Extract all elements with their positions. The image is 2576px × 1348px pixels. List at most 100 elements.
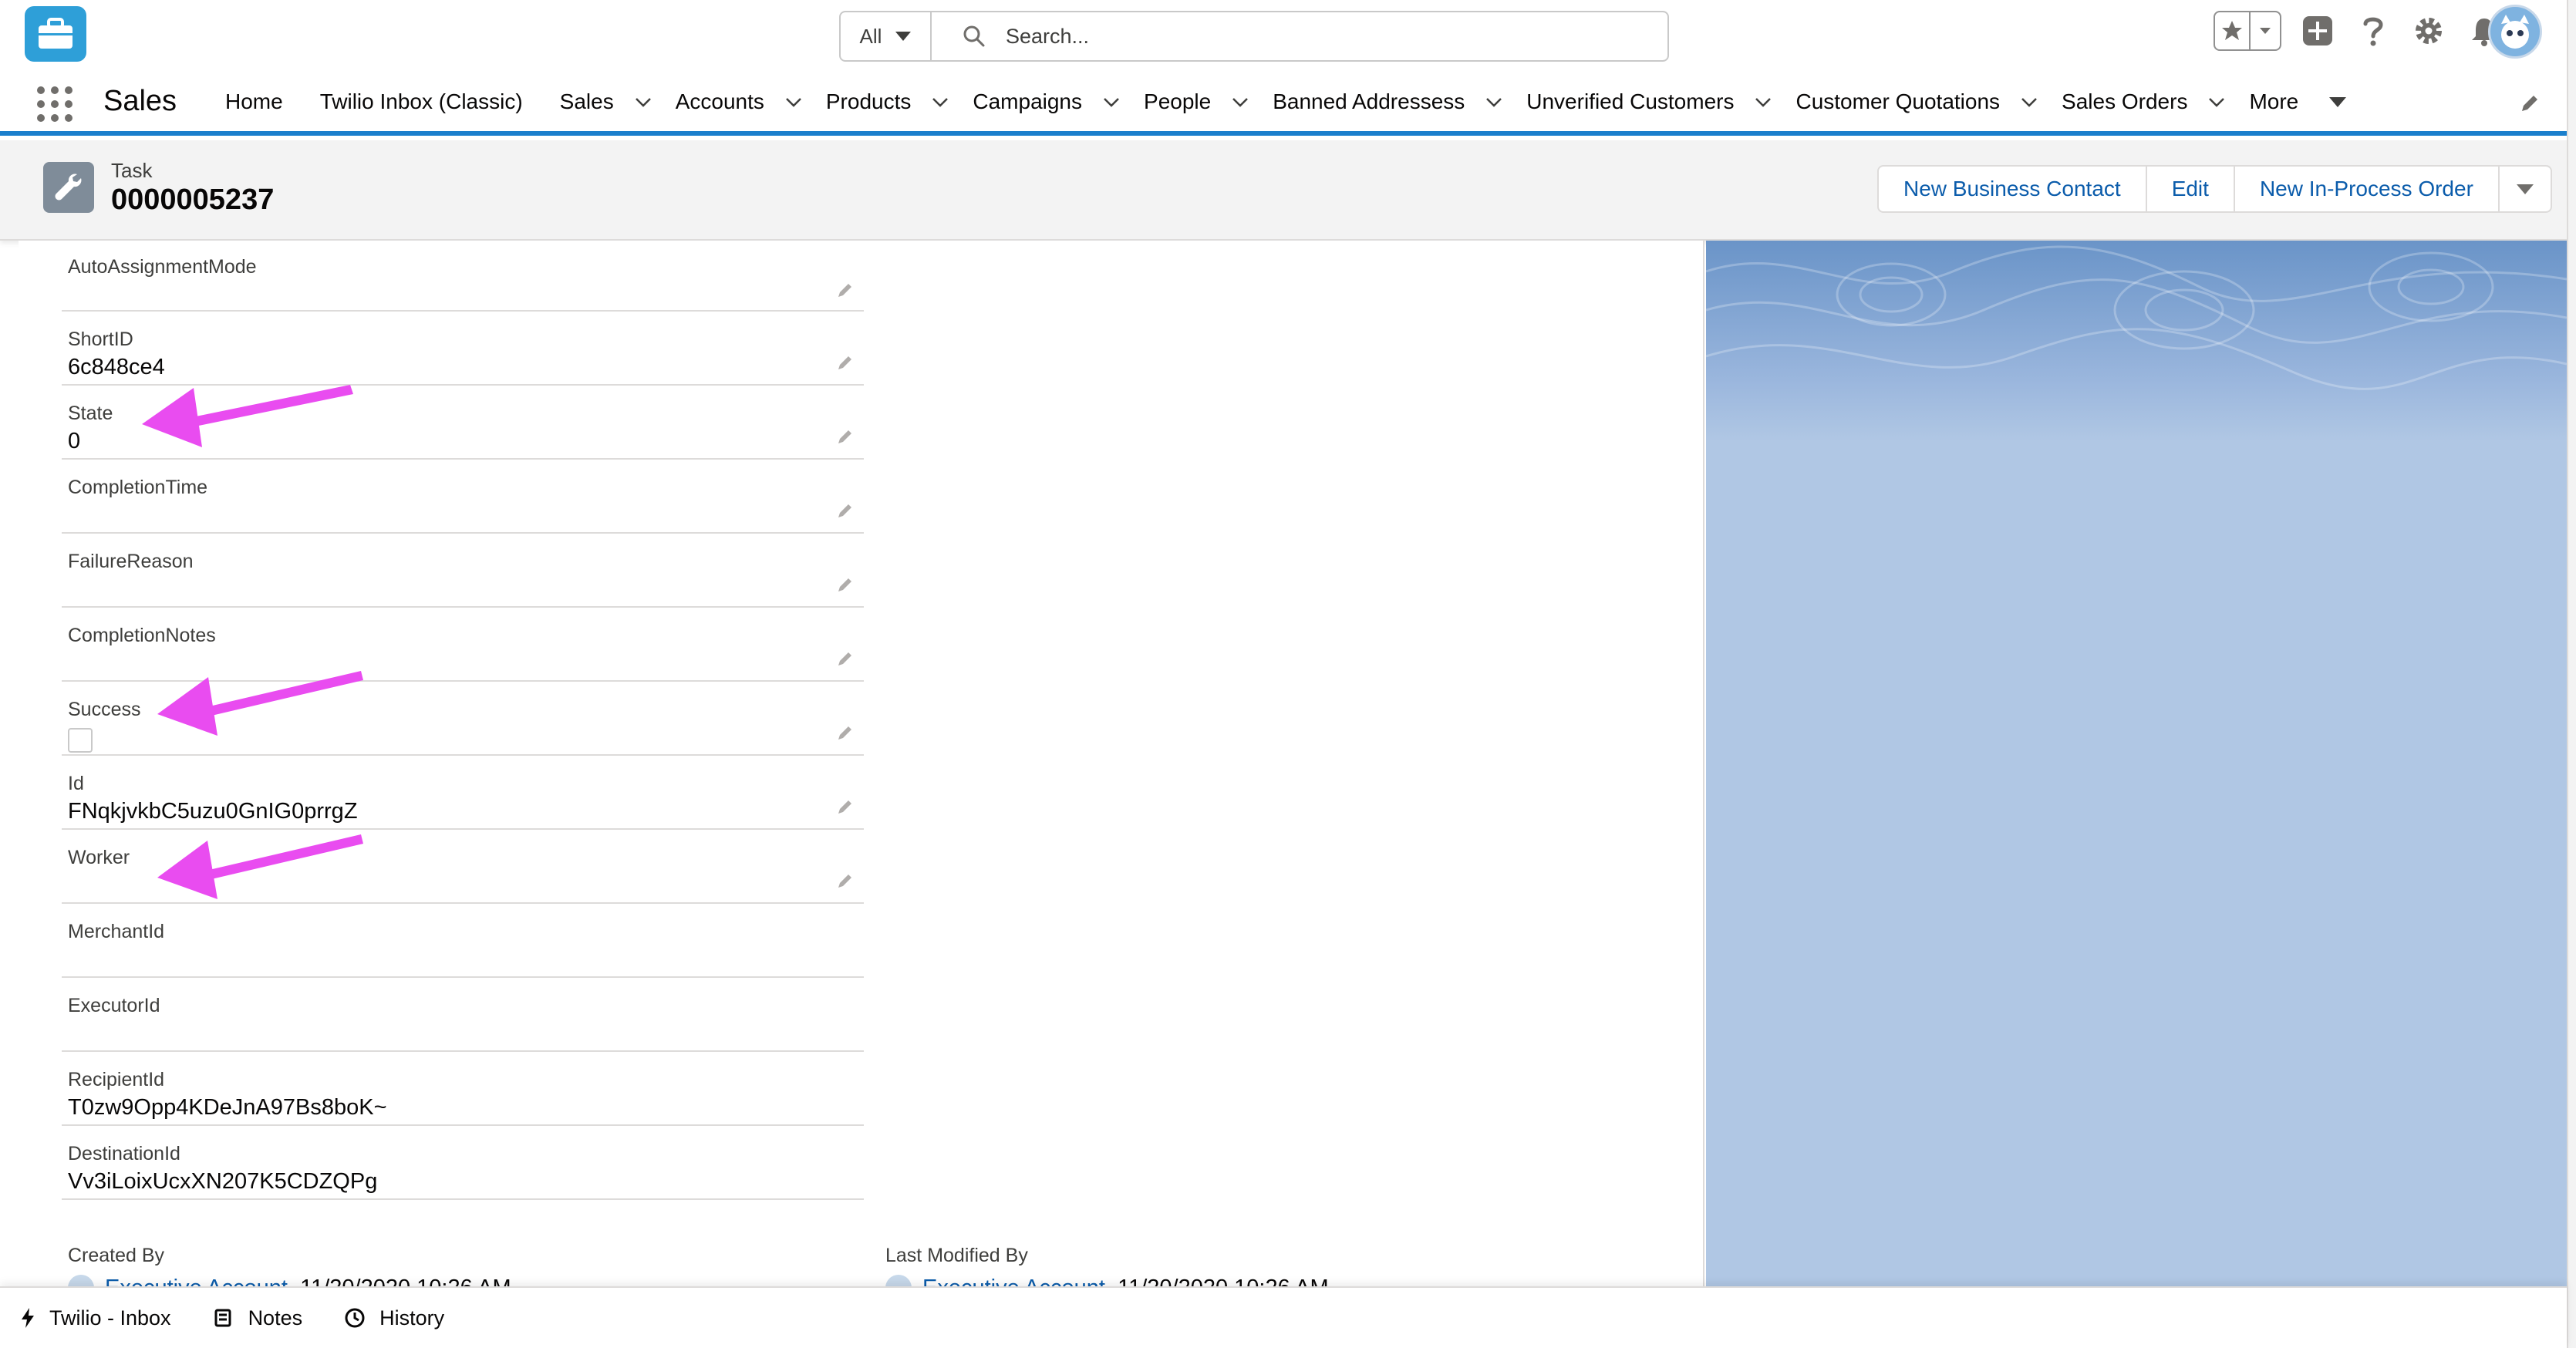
- favorites-button-group: [2214, 11, 2281, 51]
- favorites-star-icon[interactable]: [2215, 12, 2251, 49]
- last-modified-by-label: Last Modified By: [885, 1245, 1028, 1266]
- app-logo-icon[interactable]: [25, 6, 86, 62]
- utility-item-twilio-inbox[interactable]: Twilio - Inbox: [20, 1306, 171, 1330]
- help-icon[interactable]: [2354, 12, 2392, 50]
- field-label: AutoAssignmentMode: [68, 256, 257, 278]
- edit-pencil-icon[interactable]: [835, 352, 856, 373]
- nav-items: Home Twilio Inbox (Classic) Sales Accounts P…: [225, 72, 2369, 131]
- record-detail-card: AutoAssignmentMode ShortID 6c848ce4 State 0 C…: [19, 241, 1704, 1286]
- new-in-process-order-button[interactable]: New In-Process Order: [2235, 167, 2500, 211]
- chevron-down-icon[interactable]: [1231, 93, 1249, 111]
- edit-pencil-icon[interactable]: [835, 722, 856, 743]
- nav-item-home[interactable]: Home: [225, 72, 283, 131]
- nav-item-label: Twilio Inbox (Classic): [319, 89, 523, 113]
- page-scrollbar[interactable]: [2567, 0, 2576, 1348]
- user-avatar[interactable]: [2488, 5, 2542, 59]
- edit-nav-pencil-icon[interactable]: [2517, 91, 2542, 116]
- field-state: State 0: [62, 386, 864, 460]
- nav-item-more[interactable]: More: [2249, 72, 2347, 131]
- task-wrench-icon: [43, 162, 94, 213]
- nav-item-accounts[interactable]: Accounts: [676, 72, 803, 131]
- chevron-down-icon[interactable]: [1485, 93, 1503, 111]
- created-by-label: Created By: [68, 1245, 165, 1266]
- nav-item-label: More: [2249, 89, 2299, 113]
- field-value: 0: [68, 429, 81, 453]
- nav-item-label: Accounts: [675, 89, 764, 113]
- utility-bar: Twilio - Inbox Notes History: [0, 1286, 2567, 1348]
- nav-item-twilio-inbox-classic[interactable]: Twilio Inbox (Classic): [320, 72, 523, 131]
- field-recipientid: RecipientId T0zw9Opp4KDeJnA97Bs8boK~: [62, 1052, 864, 1126]
- clock-icon: [345, 1308, 365, 1328]
- field-destinationid: DestinationId Vv3iLoixUcxXN207K5CDZQPg: [62, 1126, 864, 1200]
- utility-item-history[interactable]: History: [344, 1306, 444, 1330]
- global-create-icon[interactable]: [2298, 12, 2337, 50]
- nav-item-unverified-customers[interactable]: Unverified Customers: [1526, 72, 1772, 131]
- caret-down-icon: [2329, 96, 2347, 107]
- modified-by-user-link[interactable]: Executive Account: [922, 1276, 1105, 1287]
- edit-pencil-icon[interactable]: [835, 426, 856, 447]
- nav-item-label: People: [1144, 89, 1212, 113]
- nav-item-products[interactable]: Products: [826, 72, 950, 131]
- app-launcher-icon[interactable]: [37, 86, 72, 122]
- created-by-field: Created By Executive Account , 11/20/202…: [62, 1228, 511, 1286]
- edit-pencil-icon[interactable]: [835, 500, 856, 521]
- user-avatar-icon: [885, 1275, 912, 1286]
- setup-gear-icon[interactable]: [2409, 12, 2448, 50]
- nav-item-label: Home: [225, 89, 283, 113]
- created-by-value: Executive Account , 11/20/2020 10:26 AM: [68, 1275, 511, 1286]
- chevron-down-icon[interactable]: [931, 93, 949, 111]
- global-search: All: [839, 11, 1669, 62]
- nav-item-label: Banned Addressess: [1273, 89, 1465, 113]
- search-scope-dropdown[interactable]: All: [841, 12, 932, 60]
- record-highlights-header: Task 0000005237 New Business Contact Edi…: [0, 140, 2567, 241]
- chevron-down-icon[interactable]: [1754, 93, 1772, 111]
- field-label: ExecutorId: [68, 995, 160, 1016]
- topographic-pattern: [1706, 245, 2567, 390]
- field-label: DestinationId: [68, 1143, 180, 1164]
- search-input[interactable]: [1006, 24, 1623, 49]
- app-name: Sales: [103, 85, 177, 117]
- utility-item-label: History: [379, 1306, 445, 1329]
- field-worker: Worker: [62, 830, 864, 904]
- search-icon: [963, 25, 985, 47]
- nav-item-sales[interactable]: Sales: [560, 72, 652, 131]
- edit-pencil-icon[interactable]: [835, 796, 856, 817]
- chevron-down-icon[interactable]: [634, 93, 652, 111]
- nav-item-sales-orders[interactable]: Sales Orders: [2062, 72, 2226, 131]
- edit-button[interactable]: Edit: [2147, 167, 2235, 211]
- more-actions-menu[interactable]: [2500, 167, 2551, 211]
- last-modified-by-value: Executive Account , 11/20/2020 10:26 AM: [885, 1275, 1329, 1286]
- utility-item-notes[interactable]: Notes: [213, 1306, 302, 1330]
- nav-item-campaigns[interactable]: Campaigns: [973, 72, 1121, 131]
- favorites-menu-icon[interactable]: [2251, 26, 2280, 35]
- edit-pencil-icon[interactable]: [835, 574, 856, 595]
- nav-item-people[interactable]: People: [1144, 72, 1249, 131]
- chevron-down-icon[interactable]: [2020, 93, 2038, 111]
- app-navigation-bar: Sales Home Twilio Inbox (Classic) Sales Acc…: [0, 72, 2576, 136]
- field-value: Vv3iLoixUcxXN207K5CDZQPg: [68, 1169, 378, 1194]
- new-business-contact-button[interactable]: New Business Contact: [1879, 167, 2147, 211]
- success-checkbox[interactable]: [68, 728, 93, 753]
- global-header: All: [0, 0, 2576, 72]
- decorative-background-panel: [1706, 241, 2567, 1286]
- field-failurereason: FailureReason: [62, 534, 864, 608]
- edit-pencil-icon[interactable]: [835, 648, 856, 669]
- created-date: , 11/20/2020 10:26 AM: [288, 1276, 511, 1287]
- chevron-down-icon[interactable]: [1102, 93, 1121, 111]
- edit-pencil-icon[interactable]: [835, 279, 856, 301]
- field-label: Id: [68, 773, 84, 794]
- nav-item-customer-quotations[interactable]: Customer Quotations: [1795, 72, 2038, 131]
- caret-down-icon: [895, 32, 912, 41]
- field-value: T0zw9Opp4KDeJnA97Bs8boK~: [68, 1095, 387, 1120]
- notes-icon: [214, 1309, 231, 1327]
- record-actions: New Business Contact Edit New In-Process…: [1877, 165, 2552, 213]
- edit-pencil-icon[interactable]: [835, 870, 856, 891]
- created-by-user-link[interactable]: Executive Account: [105, 1276, 288, 1287]
- nav-item-banned-addressess[interactable]: Banned Addressess: [1273, 72, 1503, 131]
- chevron-down-icon[interactable]: [2207, 93, 2226, 111]
- chevron-down-icon[interactable]: [784, 93, 803, 111]
- nav-item-label: Sales Orders: [2062, 89, 2188, 113]
- field-label: FailureReason: [68, 551, 194, 572]
- modified-date: , 11/20/2020 10:26 AM: [1105, 1276, 1329, 1287]
- header-utility-icons: [2214, 11, 2504, 51]
